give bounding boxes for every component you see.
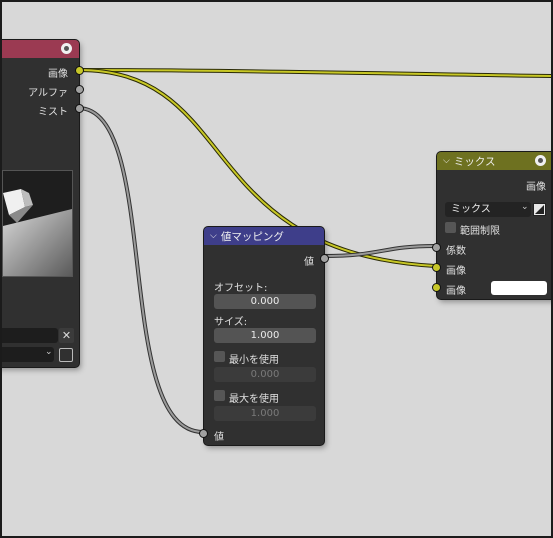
output-label-mist: ミスト: [38, 107, 68, 118]
output-socket-value[interactable]: [320, 254, 329, 263]
output-label-value: 値: [304, 257, 314, 268]
min-field[interactable]: 0.000: [214, 367, 316, 382]
preview-graphic: [3, 189, 72, 276]
use-alpha-icon[interactable]: [533, 203, 546, 216]
clear-x-icon[interactable]: ✕: [59, 328, 74, 343]
render-layers-header[interactable]: [2, 40, 79, 58]
max-field[interactable]: 1.000: [214, 406, 316, 421]
node-editor-canvas[interactable]: 画像 アルファ ミスト ✕ ⌄ ⌵ 値マッピング 値 オフセット: 0.000 …: [2, 2, 551, 536]
use-alpha-glyph: [535, 205, 544, 214]
render-layers-node[interactable]: 画像 アルファ ミスト ✕ ⌄: [2, 40, 84, 367]
clamp-label: 範囲制限: [460, 226, 500, 237]
output-socket-mist[interactable]: [75, 104, 84, 113]
output-label-alpha: アルファ: [28, 88, 68, 99]
render-icon: [61, 43, 72, 54]
chevron-down-icon[interactable]: ⌄: [45, 347, 53, 357]
offset-field[interactable]: 0.000: [214, 294, 316, 309]
collapse-chevron-icon[interactable]: ⌵: [443, 156, 450, 166]
clamp-checkbox[interactable]: [445, 222, 456, 233]
input-label-image-2: 画像: [446, 286, 466, 297]
input-socket-factor[interactable]: [432, 243, 441, 252]
offset-label: オフセット:: [214, 283, 268, 294]
output-socket-alpha[interactable]: [75, 85, 84, 94]
map-value-title: 値マッピング: [220, 230, 284, 243]
mix-title: ミックス: [453, 155, 496, 168]
chevron-down-icon[interactable]: ⌄: [521, 202, 529, 212]
collapse-chevron-icon[interactable]: ⌵: [210, 231, 217, 241]
map-value-header[interactable]: ⌵ 値マッピング: [204, 227, 324, 245]
render-layer-name-field[interactable]: [2, 328, 58, 343]
input-label-factor: 係数: [446, 246, 466, 257]
render-preview-image: [2, 170, 73, 277]
color-swatch[interactable]: [491, 281, 547, 295]
link-mist-to-map-value: [77, 106, 204, 434]
mix-node[interactable]: ⌵ ミックス 画像 ミックス ⌄ 範囲制限 係数 画像 画像: [432, 152, 551, 299]
output-label-image: 画像: [48, 69, 68, 80]
use-min-label: 最小を使用: [229, 355, 279, 366]
size-field[interactable]: 1.000: [214, 328, 316, 343]
input-label-value: 値: [214, 432, 224, 443]
output-socket-image[interactable]: [75, 66, 84, 75]
render-icon: [535, 155, 546, 166]
size-label: サイズ:: [214, 317, 248, 328]
use-min-checkbox[interactable]: [214, 351, 225, 362]
use-max-checkbox[interactable]: [214, 390, 225, 401]
blend-mode-value: ミックス: [451, 204, 491, 215]
blend-mode-select[interactable]: ミックス: [445, 202, 531, 217]
input-label-image-1: 画像: [446, 266, 466, 277]
mix-header[interactable]: ⌵ ミックス: [437, 152, 551, 170]
output-label-image: 画像: [526, 182, 546, 193]
use-max-label: 最大を使用: [229, 394, 279, 405]
input-socket-value[interactable]: [199, 429, 208, 438]
map-value-node[interactable]: ⌵ 値マッピング 値 オフセット: 0.000 サイズ: 1.000 最小を使用…: [199, 227, 329, 445]
input-socket-image-1[interactable]: [432, 263, 441, 272]
scene-icon[interactable]: [59, 348, 73, 362]
input-socket-image-2[interactable]: [432, 283, 441, 292]
